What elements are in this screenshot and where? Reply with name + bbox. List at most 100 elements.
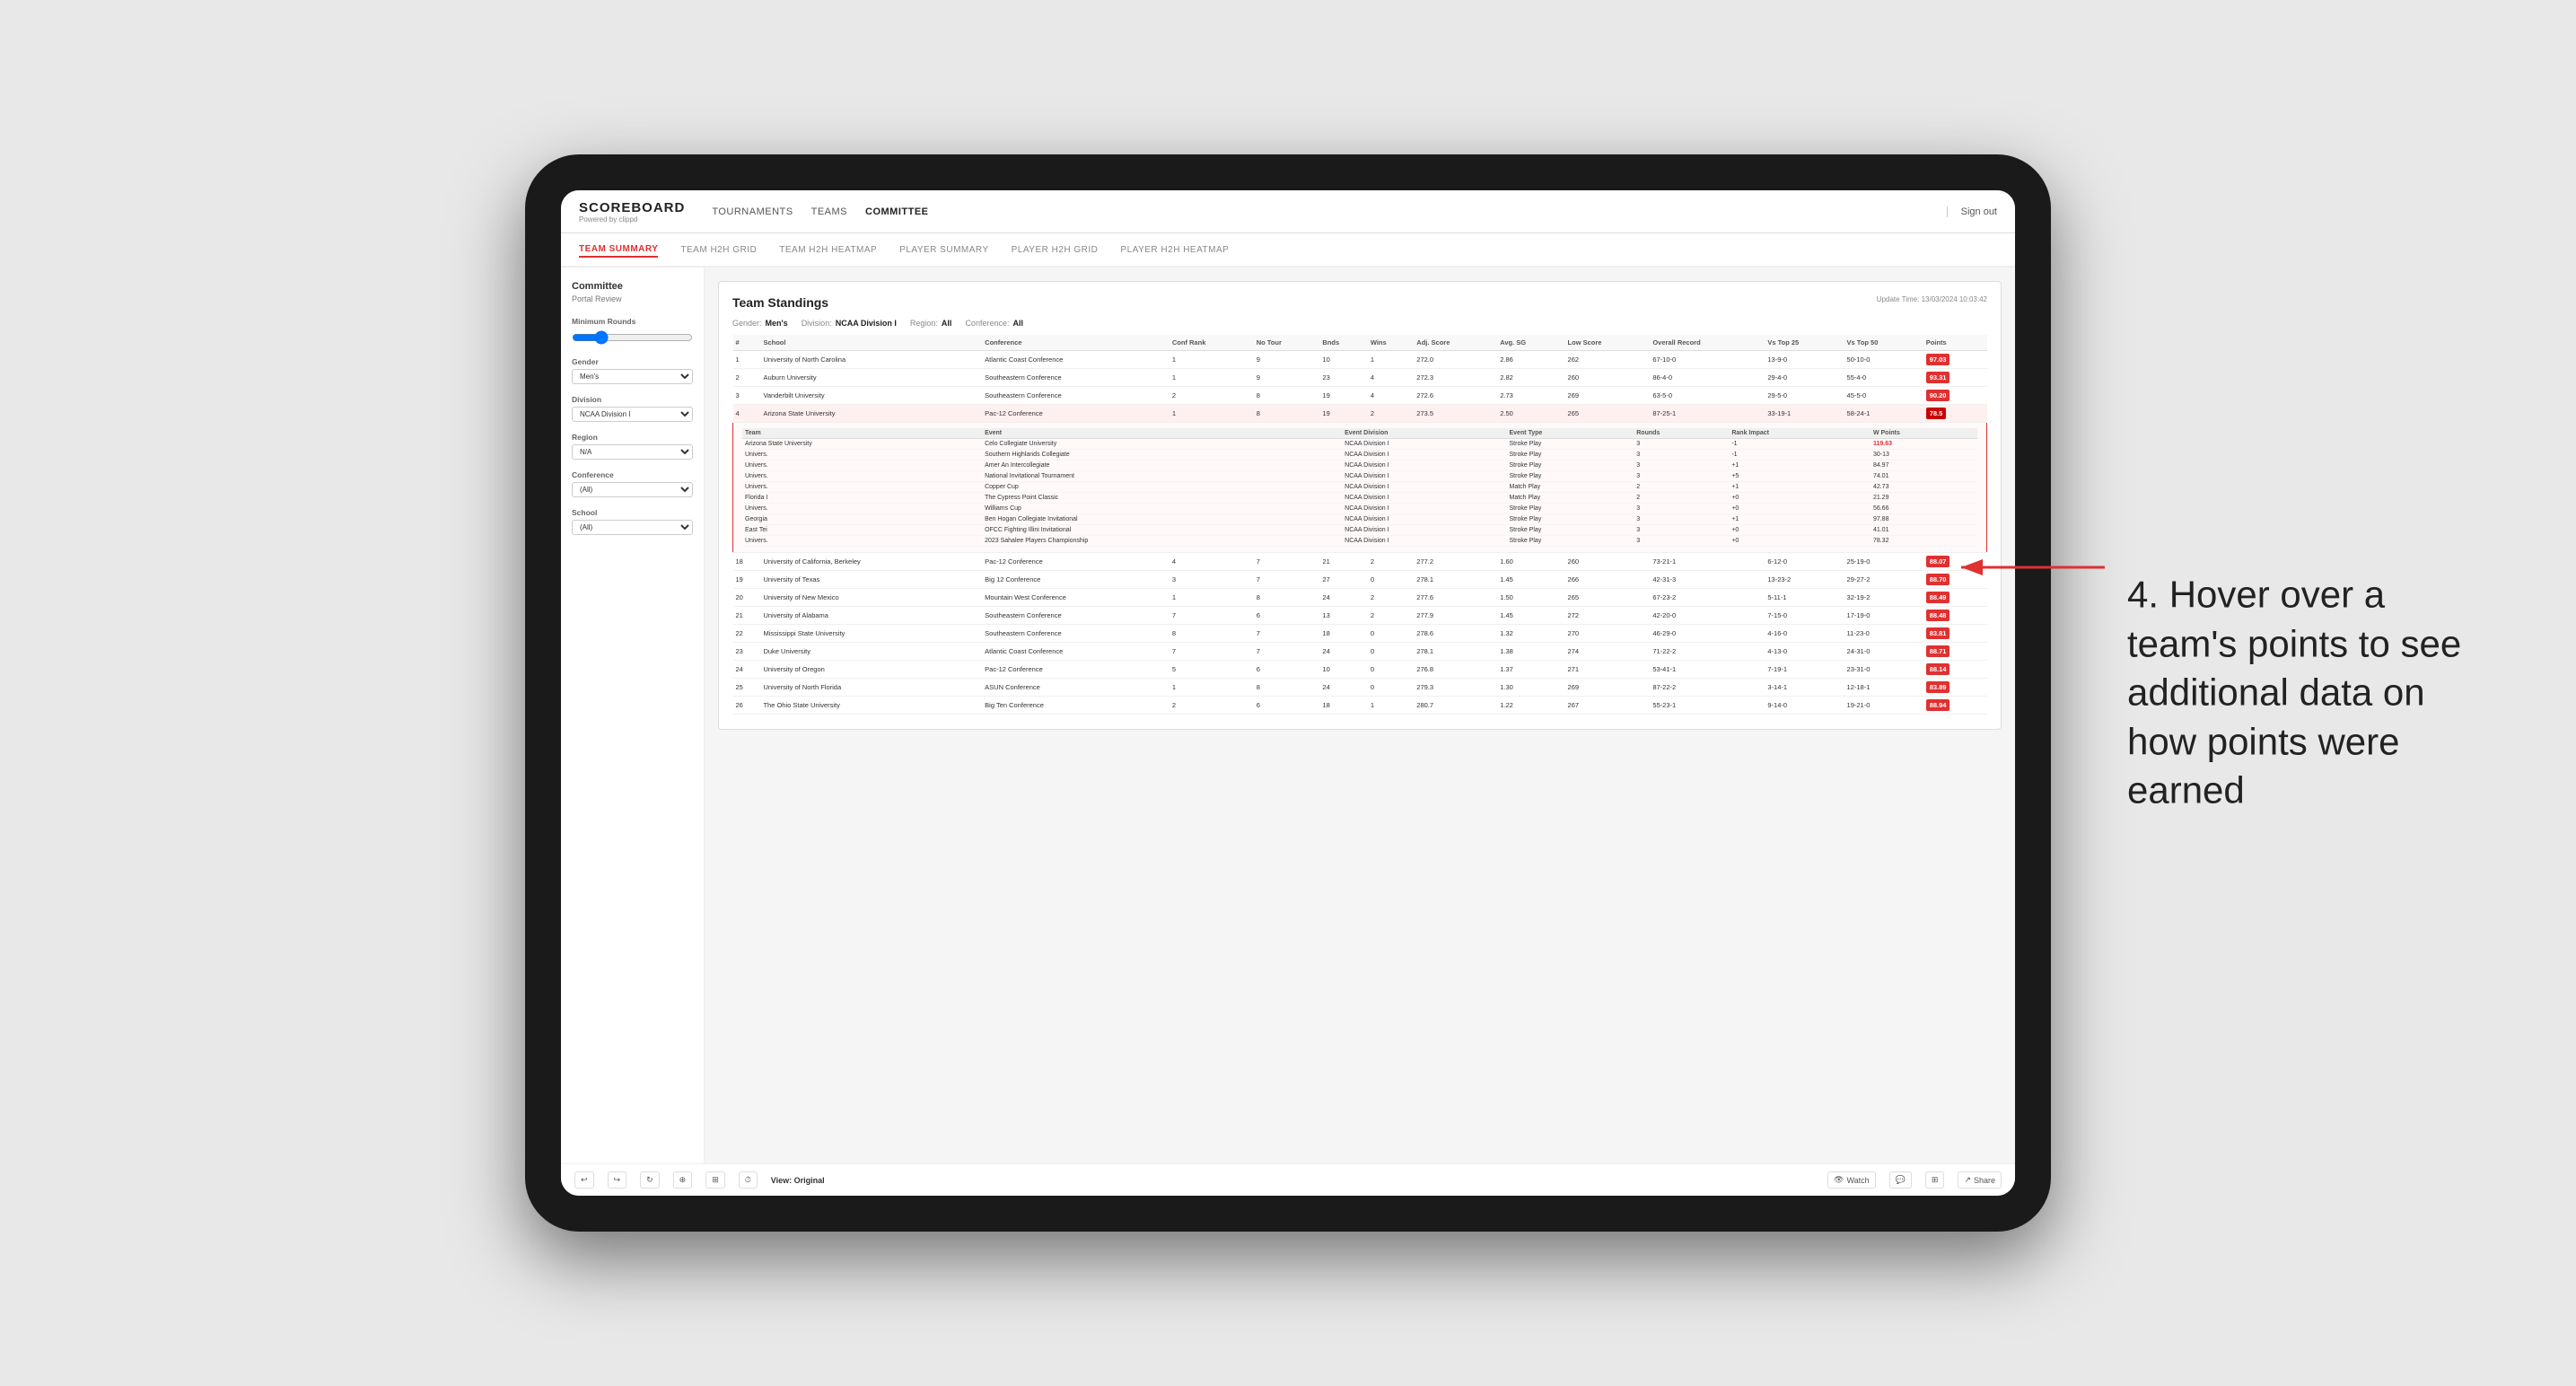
- cell-overall: 87-25-1: [1650, 405, 1765, 423]
- list-item: East TeiOFCC Fighting Illini Invitationa…: [742, 525, 1977, 536]
- timer-button[interactable]: ⏱: [739, 1171, 758, 1189]
- sidebar-label-rounds: Minimum Rounds: [572, 317, 693, 326]
- tab-team-h2h-grid[interactable]: TEAM H2H GRID: [680, 243, 757, 257]
- cell-school: Auburn University: [760, 369, 982, 387]
- cell-vs25: 29-5-0: [1765, 387, 1844, 405]
- table-row-highlighted[interactable]: 4 Arizona State University Pac-12 Confer…: [733, 405, 1987, 423]
- sidebar-label-gender: Gender: [572, 357, 693, 366]
- nav-teams[interactable]: TEAMS: [811, 203, 847, 221]
- cell-no-tour: 9: [1254, 351, 1320, 369]
- filter-region: Region: All: [910, 319, 952, 328]
- copy-button[interactable]: ⊕: [673, 1171, 693, 1189]
- list-item: Arizona State UniversityCelo Collegiate …: [742, 439, 1977, 450]
- redo-button[interactable]: ↪: [608, 1171, 627, 1189]
- cell-adj-score: 272.0: [1414, 351, 1497, 369]
- annotation-text: 4. Hover over a team's points to see add…: [2127, 571, 2468, 816]
- cell-rank: 3: [733, 387, 761, 405]
- cell-vs50: 55-4-0: [1844, 369, 1923, 387]
- undo-button[interactable]: ↩: [574, 1171, 594, 1189]
- watch-button[interactable]: 👁 Watch: [1827, 1171, 1876, 1189]
- sidebar-region-select[interactable]: N/A: [572, 444, 693, 460]
- comment-button[interactable]: 💬: [1889, 1171, 1912, 1189]
- tab-player-summary[interactable]: PLAYER SUMMARY: [899, 243, 988, 257]
- col-adj-score: Adj. Score: [1414, 335, 1497, 351]
- cell-conference: Pac-12 Conference: [982, 405, 1170, 423]
- table-row[interactable]: 26The Ohio State UniversityBig Ten Confe…: [733, 697, 1987, 715]
- report-area: Team Standings Update Time: 13/03/2024 1…: [705, 268, 2015, 1163]
- sidebar-label-division: Division: [572, 395, 693, 404]
- sidebar-conference-select[interactable]: (All): [572, 482, 693, 497]
- table-row[interactable]: 18University of California, BerkeleyPac-…: [733, 553, 1987, 571]
- cell-wins: 4: [1368, 369, 1414, 387]
- cell-no-tour: 9: [1254, 369, 1320, 387]
- sidebar-subtitle: Portal Review: [572, 294, 693, 303]
- col-low-score: Low Score: [1565, 335, 1651, 351]
- table-row[interactable]: 25University of North FloridaASUN Confer…: [733, 679, 1987, 697]
- cell-bnds: 10: [1319, 351, 1367, 369]
- sidebar-rounds-range[interactable]: [572, 330, 693, 345]
- table-row[interactable]: 1 University of North Carolina Atlantic …: [733, 351, 1987, 369]
- tooltip-header-row: Team Event Event Division Event Type Rou…: [742, 428, 1977, 439]
- cell-overall: 86-4-0: [1650, 369, 1765, 387]
- cell-avg-sg: 2.73: [1497, 387, 1564, 405]
- filter-division-value: NCAA Division I: [836, 319, 897, 328]
- tooltip-col-rank-impact: Rank Impact: [1729, 428, 1871, 439]
- cell-conference: Southeastern Conference: [982, 369, 1170, 387]
- tab-team-h2h-heatmap[interactable]: TEAM H2H HEATMAP: [779, 243, 877, 257]
- cell-bnds: 19: [1319, 405, 1367, 423]
- sidebar-gender-select[interactable]: Men's: [572, 369, 693, 384]
- cell-school: University of North Carolina: [760, 351, 982, 369]
- sidebar-school-select[interactable]: (All): [572, 520, 693, 535]
- cell-points[interactable]: 93.31: [1923, 369, 1987, 387]
- tooltip-row: Team Event Event Division Event Type Rou…: [733, 423, 1987, 553]
- cell-adj-score: 272.3: [1414, 369, 1497, 387]
- tooltip-inner-table: Team Event Event Division Event Type Rou…: [742, 428, 1977, 547]
- table-row[interactable]: 20University of New MexicoMountain West …: [733, 589, 1987, 607]
- nav-tournaments[interactable]: TOURNAMENTS: [712, 203, 793, 221]
- logo-sub: Powered by clippd: [579, 215, 685, 224]
- cell-points[interactable]: 90.20: [1923, 387, 1987, 405]
- sidebar-division-select[interactable]: NCAA Division I: [572, 407, 693, 422]
- cell-bnds: 23: [1319, 369, 1367, 387]
- filter-conference: Conference: All: [965, 319, 1023, 328]
- refresh-button[interactable]: ↻: [640, 1171, 660, 1189]
- tab-team-summary[interactable]: TEAM SUMMARY: [579, 242, 658, 258]
- eye-icon: 👁: [1834, 1175, 1844, 1185]
- share-icon: ↗: [1964, 1175, 1971, 1185]
- table-row[interactable]: 3 Vanderbilt University Southeastern Con…: [733, 387, 1987, 405]
- sidebar-section-rounds: Minimum Rounds: [572, 317, 693, 346]
- tablet-screen: SCOREBOARD Powered by clippd TOURNAMENTS…: [561, 190, 2015, 1196]
- cell-low-score: 269: [1565, 387, 1651, 405]
- cell-avg-sg: 2.82: [1497, 369, 1564, 387]
- tooltip-col-event-type: Event Type: [1507, 428, 1634, 439]
- list-item: Univers.2023 Sahalee Players Championshi…: [742, 536, 1977, 547]
- table-row[interactable]: 22Mississippi State UniversitySoutheaste…: [733, 625, 1987, 643]
- table-row[interactable]: 21University of AlabamaSoutheastern Conf…: [733, 607, 1987, 625]
- tooltip-content: Team Event Event Division Event Type Rou…: [733, 423, 1987, 553]
- settings-button[interactable]: ⊞: [705, 1171, 725, 1189]
- update-time: Update Time: 13/03/2024 10:03:42: [1877, 295, 1987, 303]
- filter-region-value: All: [942, 319, 952, 328]
- share-label: Share: [1974, 1176, 1995, 1185]
- cell-vs50: 45-5-0: [1844, 387, 1923, 405]
- tab-player-h2h-heatmap[interactable]: PLAYER H2H HEATMAP: [1120, 243, 1229, 257]
- cell-points[interactable]: 78.5: [1923, 405, 1987, 423]
- table-row[interactable]: 23Duke UniversityAtlantic Coast Conferen…: [733, 643, 1987, 661]
- cell-conf-rank: 2: [1170, 387, 1254, 405]
- col-rank: #: [733, 335, 761, 351]
- grid-button[interactable]: ⊞: [1925, 1171, 1945, 1189]
- col-vs50: Vs Top 50: [1844, 335, 1923, 351]
- cell-conference: Southeastern Conference: [982, 387, 1170, 405]
- cell-points[interactable]: 97.03: [1923, 351, 1987, 369]
- tab-player-h2h-grid[interactable]: PLAYER H2H GRID: [1012, 243, 1099, 257]
- table-row[interactable]: 24University of OregonPac-12 Conference5…: [733, 661, 1987, 679]
- share-button[interactable]: ↗ Share: [1958, 1171, 2002, 1189]
- table-row[interactable]: 2 Auburn University Southeastern Confere…: [733, 369, 1987, 387]
- cell-vs50: 58-24-1: [1844, 405, 1923, 423]
- sign-out-button[interactable]: Sign out: [1947, 206, 1997, 217]
- table-row[interactable]: 19University of TexasBig 12 Conference37…: [733, 571, 1987, 589]
- cell-bnds: 19: [1319, 387, 1367, 405]
- nav-committee[interactable]: COMMITTEE: [865, 203, 929, 221]
- sidebar-section-conference: Conference (All): [572, 470, 693, 497]
- cell-wins: 2: [1368, 405, 1414, 423]
